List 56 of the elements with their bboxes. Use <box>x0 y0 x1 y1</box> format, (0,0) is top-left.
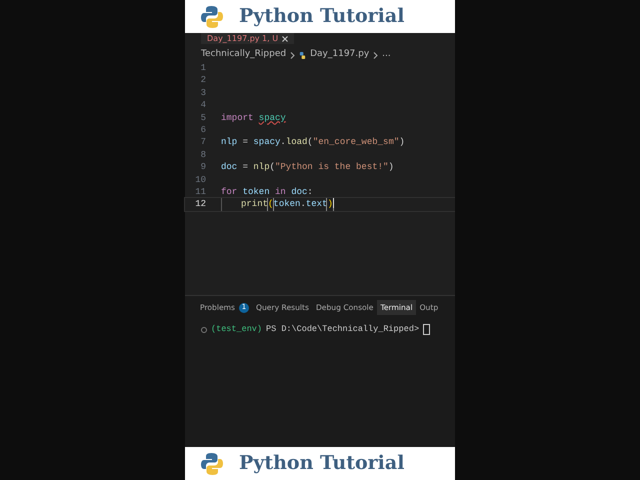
breadcrumb-item[interactable]: Day_1197.py <box>310 48 370 62</box>
code-token: = <box>242 161 248 174</box>
code-token: . <box>300 198 306 211</box>
python-file-icon <box>299 52 306 58</box>
code-token: ) <box>388 161 394 174</box>
code-token: in <box>275 186 286 198</box>
code-token: text <box>306 198 328 211</box>
banner-title: Python Tutorial <box>239 451 404 476</box>
code-token: nlp <box>221 136 238 149</box>
breadcrumb-item[interactable]: ... <box>382 48 391 62</box>
code-token: ( <box>307 136 313 149</box>
line-number: 11 <box>194 186 207 198</box>
chevron-icon <box>373 52 378 58</box>
circle-icon <box>201 326 207 333</box>
terminal-env: (test_env) <box>211 323 262 336</box>
code-token: ( <box>270 161 275 174</box>
code-token: import <box>221 112 254 124</box>
terminal-prompt: PS D:\Code\Technically_Ripped> <box>266 323 420 336</box>
code-token: : <box>307 186 313 198</box>
line-number: 5 <box>200 112 207 124</box>
text-cursor <box>332 198 334 208</box>
line-number: 1 <box>200 62 207 74</box>
line-number: 9 <box>200 161 207 174</box>
code-token: spacy <box>253 136 280 149</box>
line-number: 3 <box>200 86 207 100</box>
line-number: 6 <box>200 124 207 136</box>
code-token: ) <box>327 198 333 211</box>
code-token: "en_core_web_sm" <box>312 136 400 149</box>
editor-tab[interactable]: Day_1197.py 1, U <box>201 33 294 44</box>
code-token: token <box>273 198 300 211</box>
line-number: 4 <box>200 99 207 112</box>
code-token: for <box>221 186 238 198</box>
banner-title: Python Tutorial <box>239 4 404 30</box>
code-token: doc <box>291 186 308 198</box>
python-logo-icon <box>201 452 223 476</box>
line-number: 7 <box>200 136 207 149</box>
line-number: 10 <box>194 174 207 186</box>
chevron-icon <box>290 52 296 58</box>
code-token: load <box>286 136 308 149</box>
code-token: . <box>280 136 286 149</box>
code-token: token <box>242 186 270 198</box>
python-logo-icon <box>201 4 223 28</box>
close-icon[interactable] <box>282 36 288 42</box>
line-number: 2 <box>200 74 207 87</box>
code-token: spacy <box>258 112 286 124</box>
code-token: = <box>242 136 248 149</box>
code-token: print <box>241 198 268 211</box>
breadcrumb-item[interactable]: Technically_Ripped <box>201 48 286 62</box>
code-token: "Python is the best!" <box>275 161 388 174</box>
code-token: ) <box>399 136 405 149</box>
code-token: doc <box>221 161 238 174</box>
code-token: ( <box>268 198 274 211</box>
line-number: 8 <box>200 148 207 162</box>
terminal-cursor <box>423 324 430 336</box>
code-token: nlp <box>253 161 270 174</box>
line-number: 12 <box>194 198 207 211</box>
